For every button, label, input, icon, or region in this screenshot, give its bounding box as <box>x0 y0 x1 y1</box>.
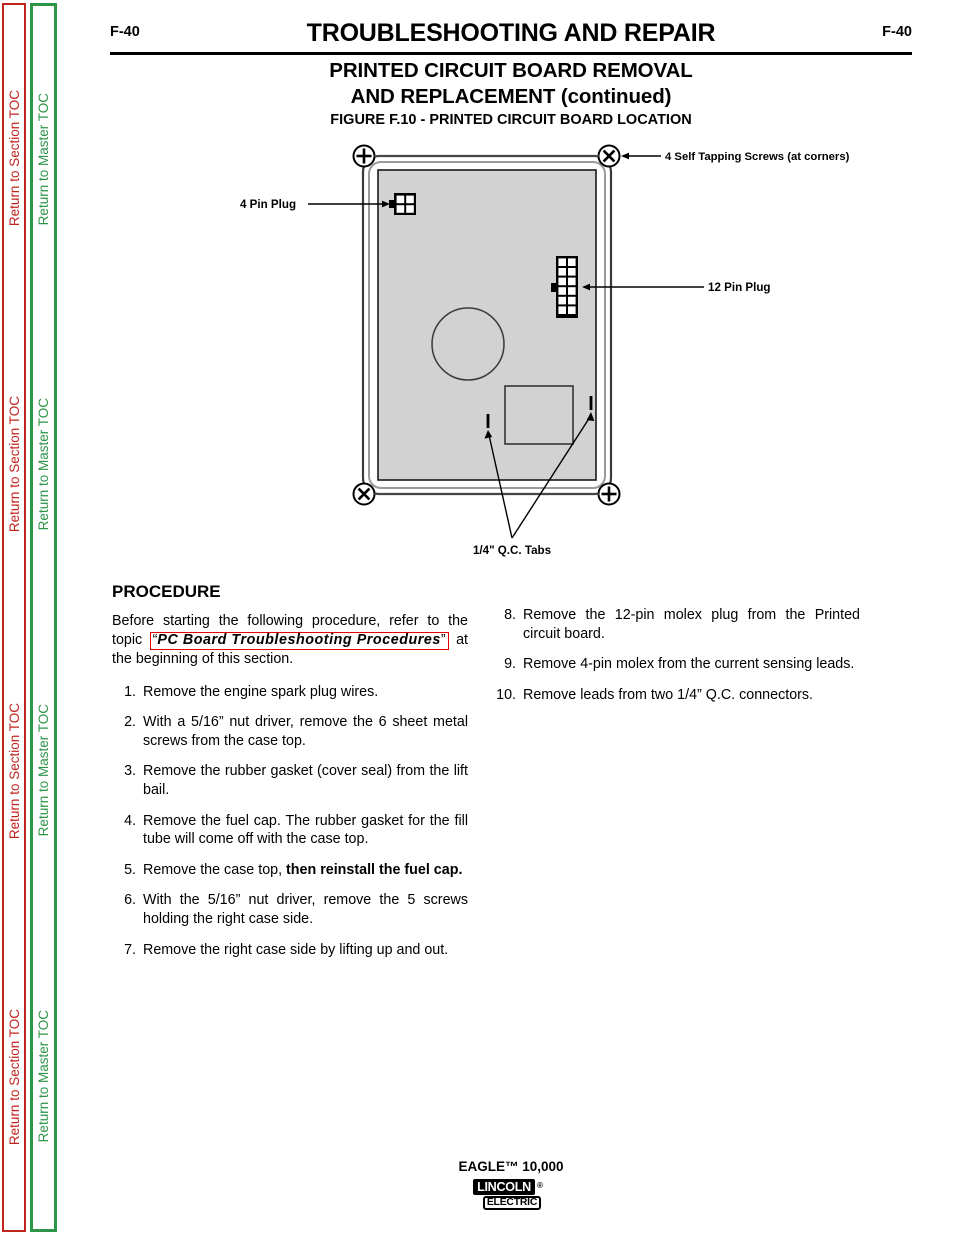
label-qc-tabs: 1/4" Q.C. Tabs <box>473 544 551 557</box>
logo-electric-text: ELECTRIC <box>483 1196 541 1210</box>
step-text: Remove the 12-pin molex plug from the Pr… <box>523 607 860 642</box>
procedure-step: 3. Remove the rubber gasket (cover seal)… <box>112 762 468 799</box>
topic-reference-highlight[interactable]: “PC Board Troubleshooting Procedures” <box>149 631 449 651</box>
screw-bottom-left-icon <box>352 482 376 506</box>
step-text: With the 5/16” nut driver, remove the 5 … <box>143 892 468 928</box>
procedure-step: 7. Remove the right case side by lifting… <box>112 941 468 960</box>
step-text: With a 5/16” nut driver, remove the 6 sh… <box>143 714 468 749</box>
step-number: 6. <box>124 892 136 909</box>
procedure-step: 5. Remove the case top, then reinstall t… <box>112 861 468 880</box>
folio-right: F-40 <box>882 24 912 40</box>
procedure-column-right: 8. Remove the 12-pin molex plug from the… <box>492 606 860 704</box>
step-number: 4. <box>124 812 136 829</box>
page-content: F-40 TROUBLESHOOTING AND REPAIR F-40 PRI… <box>68 0 954 1235</box>
sidebar-section-toc-strip[interactable]: Return to Section TOC Return to Section … <box>2 3 26 1232</box>
procedure-step: 9. Remove 4-pin molex from the current s… <box>492 655 860 674</box>
step-text: Remove leads from two 1/4” Q.C. connecto… <box>523 686 814 703</box>
section-title-line1: PRINTED CIRCUIT BOARD REMOVAL <box>329 59 693 82</box>
step-number: 7. <box>124 941 136 958</box>
step-text-bold: then reinstall the fuel cap. <box>286 861 463 878</box>
procedure-intro: Before starting the following procedure,… <box>112 612 468 669</box>
logo-lincoln-text: LINCOLN <box>473 1179 535 1195</box>
figure-caption: FIGURE F.10 - PRINTED CIRCUIT BOARD LOCA… <box>330 112 692 128</box>
sidebar-item-section-toc[interactable]: Return to Section TOC <box>7 90 22 226</box>
procedure-column-left: Before starting the following procedure,… <box>112 612 468 959</box>
figure-diagram: 4 Self Tapping Screws (at corners) 4 Pin… <box>240 144 850 557</box>
sidebar-master-toc-strip[interactable]: Return to Master TOC Return to Master TO… <box>30 3 57 1232</box>
lincoln-electric-logo: LINCOLN ® ELECTRIC <box>473 1179 549 1212</box>
page-header: F-40 TROUBLESHOOTING AND REPAIR F-40 <box>110 19 912 53</box>
label-four-pin-plug: 4 Pin Plug <box>240 198 296 211</box>
product-model: EAGLE™ 10,000 <box>458 1159 564 1174</box>
screw-top-left-icon <box>352 144 376 168</box>
procedure-step: 10. Remove leads from two 1/4” Q.C. conn… <box>492 686 860 705</box>
sidebar-item-master-toc[interactable]: Return to Master TOC <box>36 93 51 225</box>
step-text: Remove the right case side by lifting up… <box>143 941 449 958</box>
sidebar-item-master-toc[interactable]: Return to Master TOC <box>36 704 51 836</box>
registered-trademark-icon: ® <box>537 1181 543 1190</box>
procedure-step: 4. Remove the fuel cap. The rubber gaske… <box>112 812 468 849</box>
step-text: Remove the engine spark plug wires. <box>143 683 379 700</box>
procedure-step: 6. With the 5/16” nut driver, remove the… <box>112 891 468 928</box>
procedure-step: 2. With a 5/16” nut driver, remove the 6… <box>112 713 468 750</box>
sidebar-item-master-toc[interactable]: Return to Master TOC <box>36 398 51 530</box>
label-twelve-pin-plug: 12 Pin Plug <box>708 281 771 294</box>
sidebar-item-section-toc[interactable]: Return to Section TOC <box>7 396 22 532</box>
step-text: Remove the fuel cap. The rubber gasket f… <box>143 812 468 848</box>
sidebar-item-section-toc[interactable]: Return to Section TOC <box>7 1009 22 1145</box>
sidebar-item-master-toc[interactable]: Return to Master TOC <box>36 1010 51 1142</box>
step-number: 1. <box>124 683 136 700</box>
section-title: PRINTED CIRCUIT BOARD REMOVAL AND REPLAC… <box>110 58 912 110</box>
step-number: 3. <box>124 763 136 780</box>
topic-reference-text: PC Board Troubleshooting Procedures <box>157 631 441 648</box>
step-number: 9. <box>504 656 516 673</box>
step-text: Remove the case top, then reinstall the … <box>143 862 462 878</box>
procedure-step: 8. Remove the 12-pin molex plug from the… <box>492 606 860 643</box>
step-text: Remove the rubber gasket (cover seal) fr… <box>143 763 468 799</box>
section-title-line2: AND REPLACEMENT (continued) <box>350 85 672 108</box>
header-divider <box>110 52 912 55</box>
screw-top-right-icon <box>597 144 621 168</box>
step-number: 5. <box>124 861 136 878</box>
figure-printed-circuit-board-location: 4 Self Tapping Screws (at corners) 4 Pin… <box>68 138 954 578</box>
page-title: TROUBLESHOOTING AND REPAIR <box>306 19 716 47</box>
step-text: Remove 4-pin molex from the current sens… <box>523 656 855 673</box>
step-number: 2. <box>124 714 136 731</box>
step-number: 8. <box>504 607 516 623</box>
screw-bottom-right-icon <box>597 482 621 506</box>
screws-callout-arrow <box>621 152 629 160</box>
page-footer: EAGLE™ 10,000 LINCOLN ® ELECTRIC <box>68 1159 954 1217</box>
quote-close: ” <box>440 631 446 648</box>
sidebar-item-section-toc[interactable]: Return to Section TOC <box>7 703 22 839</box>
step-text-plain: Remove the case top, <box>143 861 287 878</box>
procedure-heading: PROCEDURE <box>112 582 221 601</box>
step-number: 10. <box>496 686 516 703</box>
procedure-step: 1. Remove the engine spark plug wires. <box>112 683 468 702</box>
label-self-tapping-screws: 4 Self Tapping Screws (at corners) <box>665 151 850 163</box>
